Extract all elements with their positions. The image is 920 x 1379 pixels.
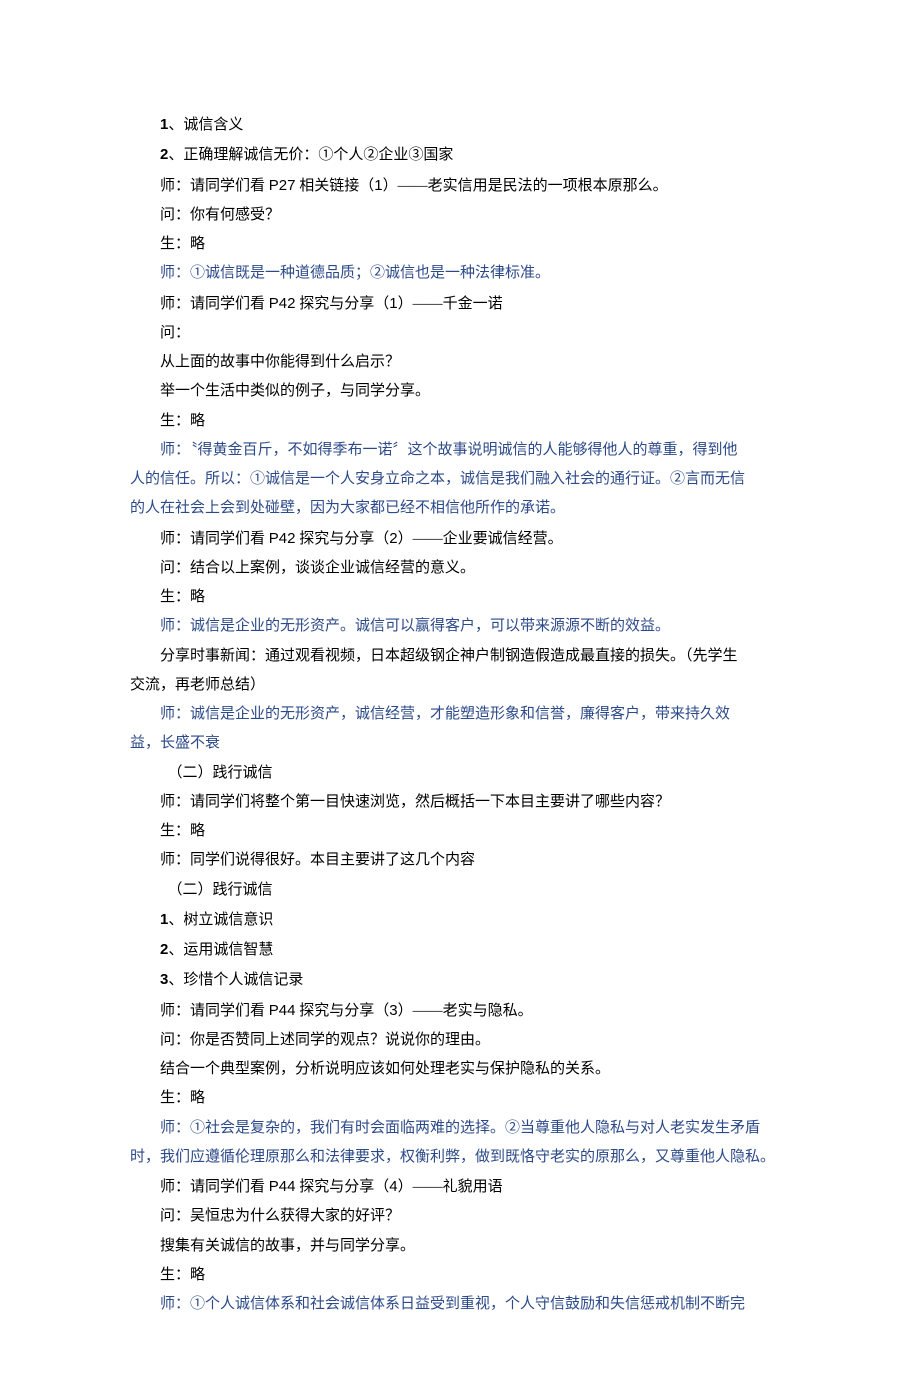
text-line: 1、诚信含义 [130, 110, 790, 140]
text-line: 从上面的故事中你能得到什么启示？ [130, 348, 790, 377]
text-line: 生：略 [130, 407, 790, 436]
text-line: 问：吴恒忠为什么获得大家的好评？ [130, 1202, 790, 1231]
text-line: 生：略 [130, 583, 790, 612]
text-line: 师：①个人诚信体系和社会诚信体系日益受到重视，个人守信鼓励和失信惩戒机制不断完 [130, 1290, 790, 1319]
text-line: 问：结合以上案例，谈谈企业诚信经营的意义。 [130, 554, 790, 583]
text-line: 的人在社会上会到处碰壁，因为大家都已经不相信他所作的承诺。 [130, 494, 790, 523]
text-line: 2、运用诚信智慧 [130, 935, 790, 965]
text-line: 3、珍惜个人诚信记录 [130, 965, 790, 995]
text-line: 生：略 [130, 817, 790, 846]
text-line: 时，我们应遵循伦理原那么和法律要求，权衡利弊，做到既恪守老实的原那么，又尊重他人… [130, 1143, 790, 1172]
text-line: 结合一个典型案例，分析说明应该如何处理老实与保护隐私的关系。 [130, 1055, 790, 1084]
text-line: 师：诚信是企业的无形资产。诚信可以赢得客户，可以带来源源不断的效益。 [130, 612, 790, 641]
text-line: 益，长盛不衰 [130, 729, 790, 758]
text-line: 师：诚信是企业的无形资产，诚信经营，才能塑造形象和信誉，廉得客户，带来持久效 [130, 700, 790, 729]
text-line: 2、正确理解诚信无价：①个人②企业③国家 [130, 140, 790, 170]
text-line: 问：你是否赞同上述同学的观点？说说你的理由。 [130, 1026, 790, 1055]
text-line: 师：①社会是复杂的，我们有时会面临两难的选择。②当尊重他人隐私与对人老实发生矛盾 [130, 1114, 790, 1143]
text-line: 师：请同学们将整个第一目快速浏览，然后概括一下本目主要讲了哪些内容？ [130, 788, 790, 817]
text-line: 问：你有何感受？ [130, 201, 790, 230]
document-body: 1、诚信含义2、正确理解诚信无价：①个人②企业③国家师：请同学们看 P27 相关… [130, 110, 790, 1319]
text-line: 师：请同学们看 P44 探究与分享（3）——老实与隐私。 [130, 996, 790, 1026]
text-line: 1、树立诚信意识 [130, 905, 790, 935]
text-line: 交流，再老师总结） [130, 671, 790, 700]
text-line: 师：①诚信既是一种道德品质；②诚信也是一种法律标准。 [130, 259, 790, 288]
text-line: （二）践行诚信 [130, 759, 790, 788]
text-line: 生：略 [130, 1261, 790, 1290]
text-line: 师：请同学们看 P44 探究与分享（4）——礼貌用语 [130, 1172, 790, 1202]
text-line: 人的信任。所以：①诚信是一个人安身立命之本，诚信是我们融入社会的通行证。②言而无… [130, 465, 790, 494]
text-line: 分享时事新闻：通过观看视频，日本超级钢企神户制钢造假造成最直接的损失。（先学生 [130, 642, 790, 671]
text-line: 师：请同学们看 P42 探究与分享（2）——企业要诚信经营。 [130, 524, 790, 554]
text-line: 师：同学们说得很好。本目主要讲了这几个内容 [130, 846, 790, 875]
text-line: 师：〝得黄金百斤，不如得季布一诺〞这个故事说明诚信的人能够得他人的尊重，得到他 [130, 436, 790, 465]
text-line: 生：略 [130, 230, 790, 259]
text-line: （二）践行诚信 [130, 876, 790, 905]
text-line: 师：请同学们看 P42 探究与分享（1）——千金一诺 [130, 289, 790, 319]
text-line: 师：请同学们看 P27 相关链接（1）——老实信用是民法的一项根本原那么。 [130, 171, 790, 201]
text-line: 问： [130, 319, 790, 348]
text-line: 生：略 [130, 1084, 790, 1113]
text-line: 举一个生活中类似的例子，与同学分享。 [130, 377, 790, 406]
text-line: 搜集有关诚信的故事，并与同学分享。 [130, 1232, 790, 1261]
